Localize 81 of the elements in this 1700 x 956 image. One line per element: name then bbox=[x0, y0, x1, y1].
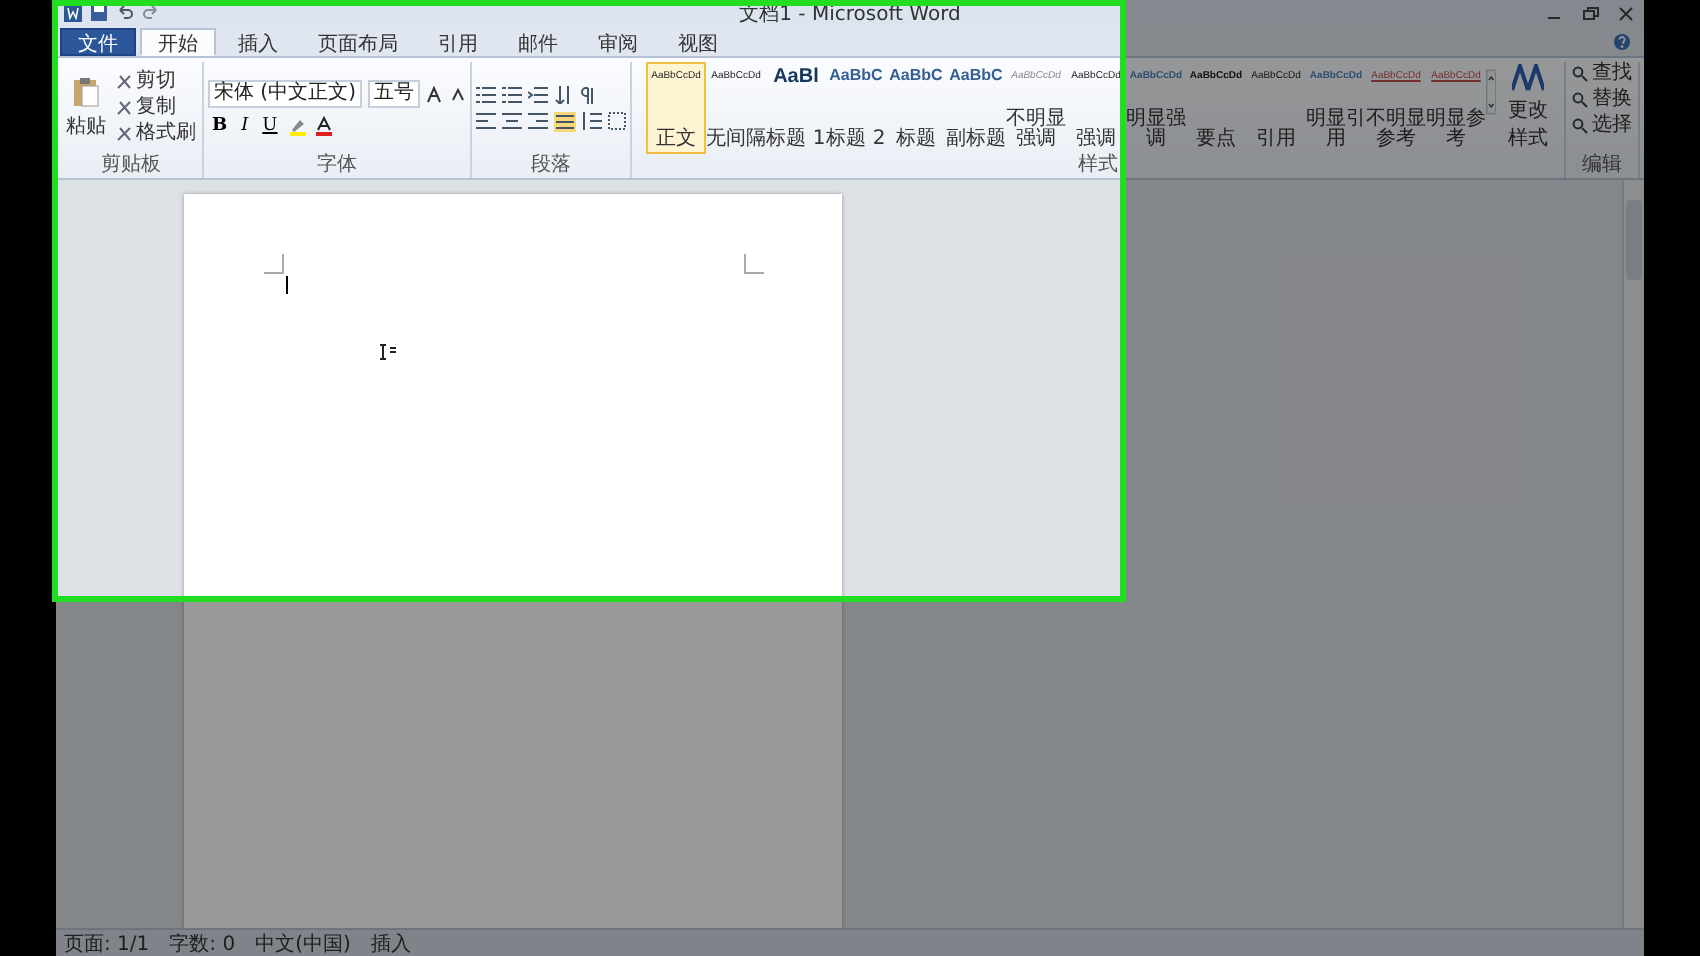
font-family-dropdown[interactable]: 宋体 (中文正文) bbox=[208, 80, 362, 108]
font-size-dropdown[interactable]: 五号 bbox=[367, 80, 420, 108]
format-button[interactable]: I bbox=[237, 116, 253, 136]
format-button[interactable]: U bbox=[258, 116, 282, 136]
style-option[interactable]: AaBbC 副标题 bbox=[945, 62, 1006, 154]
style-name: 副标题 bbox=[945, 130, 1006, 150]
style-name: 无间隔 bbox=[705, 130, 766, 150]
help-icon[interactable] bbox=[1612, 32, 1632, 52]
style-name: 不明显强调 bbox=[1005, 110, 1066, 150]
editing-button[interactable]: 选择 bbox=[1570, 114, 1634, 138]
clipboard-button[interactable]: 格式刷 bbox=[114, 122, 198, 146]
style-name: 明显引用 bbox=[1305, 110, 1366, 150]
clipboard-button[interactable]: 剪切 bbox=[114, 70, 198, 94]
document-page[interactable] bbox=[184, 194, 842, 928]
group-label: 编辑 bbox=[1580, 154, 1624, 178]
sort-icon[interactable] bbox=[553, 85, 574, 103]
style-name: 明显参考 bbox=[1425, 110, 1486, 150]
style-preview: AaBl bbox=[771, 66, 821, 90]
ribbon-tab[interactable]: 开始 bbox=[140, 28, 216, 56]
redo-icon[interactable] bbox=[142, 4, 160, 22]
bullet-list-icon[interactable] bbox=[475, 85, 496, 103]
change-styles-button[interactable]: 更改样式 bbox=[1496, 62, 1560, 154]
status-item[interactable]: 字数: 0 bbox=[169, 929, 236, 956]
scissors-icon bbox=[116, 74, 132, 90]
style-name: 明显强调 bbox=[1125, 110, 1186, 150]
line-spacing-icon[interactable] bbox=[581, 112, 602, 130]
align-center-icon[interactable] bbox=[501, 112, 522, 130]
group-label: 样式 bbox=[1075, 154, 1120, 178]
vertical-scrollbar[interactable] bbox=[1622, 180, 1644, 928]
grow-font-icon[interactable] bbox=[425, 85, 444, 103]
letters-icon bbox=[1512, 64, 1545, 92]
file-menu-tab[interactable]: 文件 bbox=[60, 28, 136, 56]
editing-button[interactable]: 替换 bbox=[1570, 88, 1634, 112]
search-icon bbox=[1572, 66, 1588, 82]
group-label: 字体 bbox=[314, 154, 359, 178]
numbered-list-icon[interactable] bbox=[501, 85, 522, 103]
font-color-icon[interactable] bbox=[313, 116, 334, 136]
group-label: 段落 bbox=[528, 154, 573, 178]
style-name: 标题 1 bbox=[765, 130, 826, 150]
ribbon-tab[interactable]: 引用 bbox=[420, 28, 496, 56]
align-right-icon[interactable] bbox=[527, 112, 548, 130]
style-name: 引用 bbox=[1253, 130, 1298, 150]
style-name: 强调 bbox=[1073, 130, 1118, 150]
text-caret bbox=[286, 276, 288, 294]
align-left-icon[interactable] bbox=[475, 112, 496, 130]
style-name: 不明显参考 bbox=[1365, 110, 1426, 150]
group-label: 剪贴板 bbox=[99, 154, 163, 178]
pilcrow-icon[interactable] bbox=[579, 85, 596, 103]
ribbon-tab[interactable]: 页面布局 bbox=[300, 28, 416, 56]
close-icon[interactable] bbox=[1616, 5, 1636, 21]
margin-corner-icon bbox=[264, 254, 284, 274]
style-preview: AaBbC bbox=[949, 66, 1003, 86]
shrink-font-icon[interactable] bbox=[449, 86, 466, 102]
ribbon-tab[interactable]: 邮件 bbox=[500, 28, 576, 56]
style-preview: AaBbC bbox=[829, 66, 883, 86]
status-item[interactable]: 插入 bbox=[370, 929, 411, 956]
style-option[interactable]: AaBbC 标题 2 bbox=[825, 62, 886, 154]
style-name: 正文 bbox=[653, 130, 698, 150]
style-name: 标题 2 bbox=[825, 130, 886, 150]
ribbon-tab[interactable]: 审阅 bbox=[580, 28, 656, 56]
restore-icon[interactable] bbox=[1580, 5, 1600, 21]
editing-button[interactable]: 查找 bbox=[1570, 62, 1634, 86]
status-item[interactable]: 页面: 1/1 bbox=[64, 929, 150, 956]
style-name: 要点 bbox=[1193, 130, 1238, 150]
format-button[interactable]: B bbox=[208, 116, 232, 136]
indent-icon[interactable] bbox=[527, 85, 548, 103]
border-icon[interactable] bbox=[607, 112, 626, 130]
clipboard-button[interactable]: 复制 bbox=[114, 96, 198, 120]
status-item[interactable]: 中文(中国) bbox=[255, 929, 351, 956]
style-name: 标题 bbox=[893, 130, 938, 150]
justify-icon[interactable] bbox=[553, 111, 576, 131]
style-preview: AaBbC bbox=[889, 66, 943, 86]
text-cursor-icon bbox=[378, 344, 396, 360]
style-option[interactable]: AaBbC 标题 bbox=[885, 62, 946, 154]
style-option[interactable]: AaBl 标题 1 bbox=[765, 62, 826, 154]
paste-button[interactable]: 粘贴 bbox=[64, 74, 108, 142]
margin-corner-icon bbox=[744, 254, 764, 274]
undo-icon[interactable] bbox=[116, 4, 134, 22]
ribbon-tab[interactable]: 插入 bbox=[220, 28, 296, 56]
clipboard-icon bbox=[70, 76, 102, 108]
ribbon-tab[interactable]: 视图 bbox=[660, 28, 736, 56]
